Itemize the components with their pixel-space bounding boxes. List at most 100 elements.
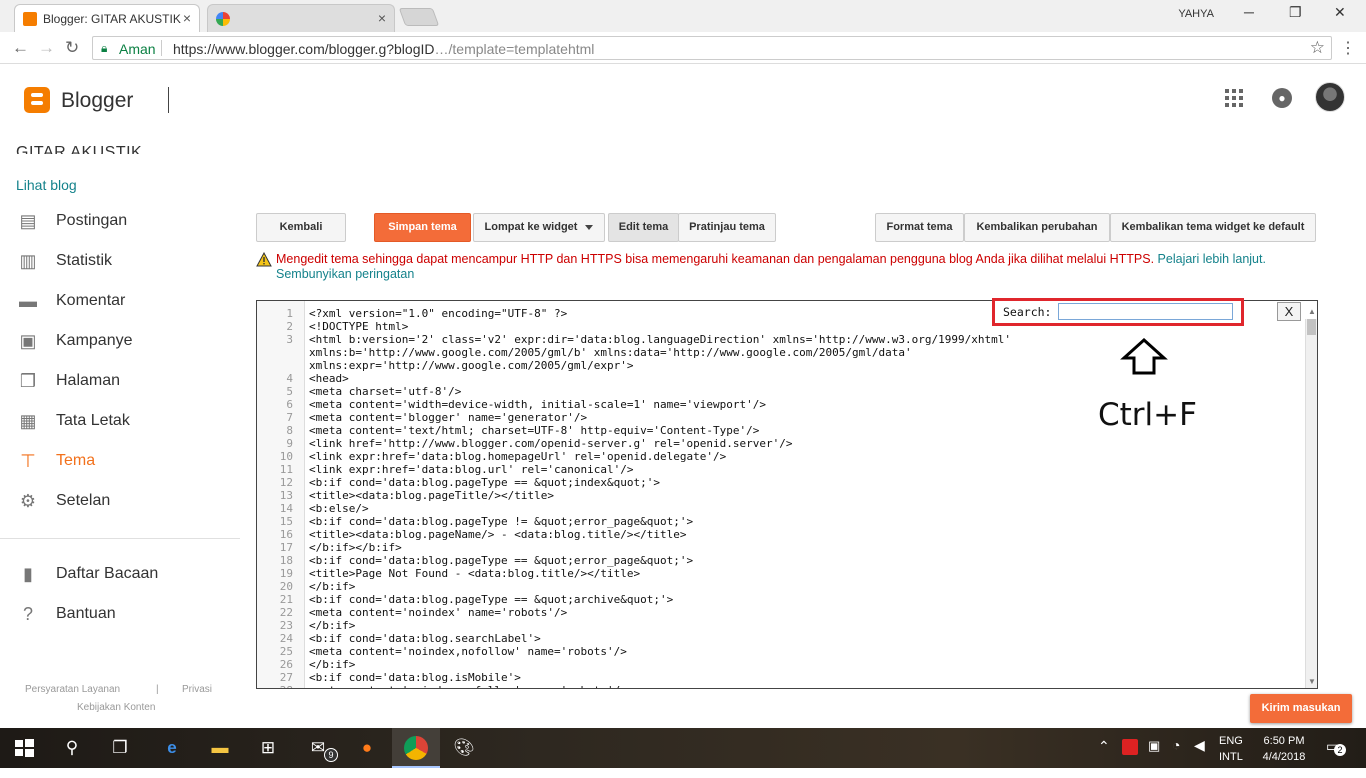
sidebar-divider	[0, 538, 240, 539]
wifi-icon[interactable]: ◔	[1172, 737, 1180, 777]
code-text: </b:if>	[309, 619, 356, 632]
maximize-icon[interactable]: ❐	[1289, 4, 1302, 21]
preview-theme-button[interactable]: Pratinjau tema	[678, 213, 776, 242]
store-icon[interactable]: ⊞	[256, 736, 280, 760]
code-line[interactable]: 12 <b:if cond='data:blog.pageType == &quo…	[257, 476, 1301, 489]
clock[interactable]: 6:50 PM 4/4/2018	[1259, 733, 1309, 773]
search-input[interactable]	[1058, 303, 1233, 320]
code-line[interactable]: 20 </b:if>	[257, 580, 1301, 593]
language-indicator[interactable]: ENG INTL	[1219, 733, 1243, 773]
network-tray-icon[interactable]: ▣	[1148, 738, 1160, 778]
sidebar-item-layout[interactable]: ▦ Tata Letak	[16, 409, 236, 433]
code-line[interactable]: 13 <title><data:blog.pageTitle/></title>	[257, 489, 1301, 502]
view-blog-link[interactable]: Lihat blog	[16, 177, 77, 193]
code-line[interactable]: 17 </b:if></b:if>	[257, 541, 1301, 554]
revert-changes-button[interactable]: Kembalikan perubahan	[964, 213, 1110, 242]
send-feedback-button[interactable]: Kirim masukan	[1250, 694, 1352, 723]
format-theme-button[interactable]: Format tema	[875, 213, 964, 242]
sidebar-item-help[interactable]: ? Bantuan	[16, 602, 236, 626]
code-line[interactable]: 24 <b:if cond='data:blog.searchLabel'>	[257, 632, 1301, 645]
back-button[interactable]: Kembali	[256, 213, 346, 242]
edge-browser-icon[interactable]: e	[160, 736, 184, 760]
code-line[interactable]: 18 <b:if cond='data:blog.pageType == &quo…	[257, 554, 1301, 567]
brand-name[interactable]: Blogger	[61, 89, 133, 113]
bookmark-star-icon[interactable]: ☆	[1310, 38, 1325, 58]
address-bar-row: ← → ↻ 🔒︎ Aman https://www.blogger.com/bl…	[0, 32, 1366, 64]
minimize-icon[interactable]: ─	[1244, 4, 1254, 20]
avatar[interactable]	[1315, 82, 1345, 112]
code-line[interactable]: 9 <link href='http://www.blogger.com/open…	[257, 437, 1301, 450]
content-policy-link[interactable]: Kebijakan Konten	[77, 702, 155, 713]
code-line[interactable]: 21 <b:if cond='data:blog.pageType == &quo…	[257, 593, 1301, 606]
code-line[interactable]: 28 <meta content='noindex,nofollow' name=…	[257, 684, 1301, 688]
code-line[interactable]: 25 <meta content='noindex,nofollow' name=…	[257, 645, 1301, 658]
revert-widgets-button[interactable]: Kembalikan tema widget ke default	[1110, 213, 1316, 242]
editor-scrollbar[interactable]: ▲ ▼	[1305, 307, 1317, 688]
chrome-icon[interactable]	[404, 736, 428, 760]
line-number: 24	[279, 632, 293, 645]
search-icon[interactable]: ⚲	[60, 736, 84, 760]
scrollbar-thumb[interactable]	[1307, 319, 1316, 335]
code-line[interactable]: 22 <meta content='noindex' name='robots'/…	[257, 606, 1301, 619]
antivirus-icon[interactable]	[1122, 739, 1138, 755]
tab-google[interactable]: ×	[207, 4, 395, 32]
posts-icon: ▤	[19, 211, 37, 231]
firefox-icon[interactable]: ●	[355, 736, 379, 760]
close-tab-icon[interactable]: ×	[378, 10, 386, 26]
close-window-icon[interactable]: ✕	[1334, 4, 1346, 21]
notifications-bell-icon[interactable]: ●	[1272, 88, 1292, 108]
omnibox[interactable]: 🔒︎ Aman https://www.blogger.com/blogger.…	[92, 36, 1332, 60]
scroll-up-icon[interactable]: ▲	[1308, 307, 1316, 316]
forward-icon[interactable]: →	[38, 38, 55, 58]
code-line[interactable]: 19 <title>Page Not Found - <data:blog.tit…	[257, 567, 1301, 580]
sidebar-item-stats[interactable]: ▥ Statistik	[16, 249, 236, 273]
close-search-button[interactable]: X	[1277, 302, 1301, 321]
code-line[interactable]: 15 <b:if cond='data:blog.pageType != &quo…	[257, 515, 1301, 528]
jump-to-widget-dropdown[interactable]: Lompat ke widget	[473, 213, 605, 242]
reload-icon[interactable]: ↻	[65, 38, 79, 58]
code-line[interactable]: 14 <b:else/>	[257, 502, 1301, 515]
sidebar-item-theme[interactable]: ⊤ Tema	[16, 449, 236, 473]
tray-chevron-icon[interactable]: ⌃	[1098, 738, 1110, 778]
browser-menu-icon[interactable]: ⋮	[1340, 38, 1356, 58]
file-explorer-icon[interactable]: ▬	[208, 736, 232, 760]
edit-theme-button[interactable]: Edit tema	[608, 213, 679, 242]
layout-icon: ▦	[19, 411, 37, 431]
tab-blogger[interactable]: Blogger: GITAR AKUSTIK ×	[14, 4, 200, 32]
back-icon[interactable]: ←	[12, 38, 29, 58]
blog-title[interactable]: GITAR AKUSTIK	[16, 140, 142, 154]
code-text: <title>Page Not Found - <data:blog.title…	[309, 567, 641, 580]
code-text: <meta charset='utf-8'/>	[309, 385, 462, 398]
sidebar-item-posts[interactable]: ▤ Postingan	[16, 209, 236, 233]
sidebar-item-reading-list[interactable]: ▮ Daftar Bacaan	[16, 562, 236, 586]
close-tab-icon[interactable]: ×	[183, 10, 191, 26]
task-view-icon[interactable]: ❐	[108, 736, 132, 760]
terms-link[interactable]: Persyaratan Layanan	[25, 684, 120, 695]
secure-label: Aman	[119, 41, 156, 57]
learn-more-link[interactable]: Pelajari lebih lanjut.	[1158, 252, 1266, 266]
sidebar-item-settings[interactable]: ⚙ Setelan	[16, 489, 236, 513]
save-theme-button[interactable]: Simpan tema	[374, 213, 471, 242]
windows-start-icon[interactable]	[12, 736, 36, 760]
volume-icon[interactable]: ◀︎	[1194, 737, 1205, 777]
privacy-link[interactable]: Privasi	[182, 684, 212, 695]
code-line[interactable]: 10 <link expr:href='data:blog.homepageUrl…	[257, 450, 1301, 463]
window-profile-name[interactable]: YAHYA	[1178, 8, 1214, 20]
hide-warning-link[interactable]: Sembunyikan peringatan	[276, 267, 414, 281]
sidebar-item-label: Setelan	[56, 492, 111, 509]
sidebar-item-campaign[interactable]: ▣ Kampanye	[16, 329, 236, 353]
code-line[interactable]: 16 <title><data:blog.pageName/> - <data:b…	[257, 528, 1301, 541]
code-line[interactable]: 26 </b:if>	[257, 658, 1301, 671]
blogger-logo-icon[interactable]	[24, 87, 50, 113]
paint-icon[interactable]: 🎨︎	[452, 736, 476, 760]
sidebar-item-pages[interactable]: ❒ Halaman	[16, 369, 236, 393]
code-line[interactable]: 23 </b:if>	[257, 619, 1301, 632]
sidebar-item-comments[interactable]: ▬ Komentar	[16, 289, 236, 313]
code-line[interactable]: 27 <b:if cond='data:blog.isMobile'>	[257, 671, 1301, 684]
apps-grid-icon[interactable]	[1225, 89, 1243, 107]
scroll-down-icon[interactable]: ▼	[1308, 677, 1316, 686]
sidebar-item-label: Postingan	[56, 212, 128, 229]
new-tab-button[interactable]	[398, 8, 440, 26]
code-line[interactable]: 11 <link expr:href='data:blog.url' rel='c…	[257, 463, 1301, 476]
url-text[interactable]: https://www.blogger.com/blogger.g?blogID…	[173, 41, 594, 57]
